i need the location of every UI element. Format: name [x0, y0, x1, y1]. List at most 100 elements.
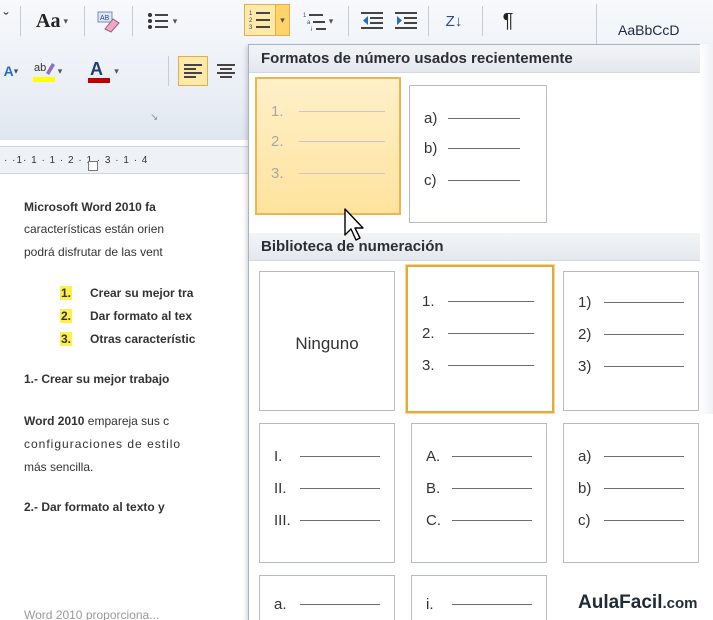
- chevron-down-icon[interactable]: ▾: [173, 16, 178, 27]
- bullets-button[interactable]: ▾: [140, 6, 184, 36]
- list-preview-row: I.: [274, 448, 380, 465]
- svg-text:A: A: [90, 59, 103, 79]
- chevron-down-icon: ▾: [280, 14, 285, 25]
- list-preview-row: a): [424, 110, 520, 127]
- numbering-option-numeric-period[interactable]: 1. 2. 3.: [406, 265, 554, 413]
- svg-text:i: i: [311, 27, 312, 31]
- dialog-launcher-icon[interactable]: ↘: [150, 112, 158, 123]
- svg-text:a: a: [307, 20, 311, 26]
- text-effects-icon: A: [3, 63, 14, 79]
- paragraph-lead: Word 2010: [24, 414, 85, 428]
- watermark-main: AulaFacil: [578, 592, 663, 613]
- list-preview-row: a.: [274, 596, 380, 613]
- chevron-down-icon[interactable]: ▾: [329, 16, 334, 27]
- font-color-icon: A: [88, 59, 111, 83]
- list-item: Otras característic: [90, 332, 196, 346]
- change-case-button[interactable]: Aa ▾: [28, 8, 76, 34]
- text-effects-partial-button[interactable]: A ▾: [0, 58, 22, 84]
- paragraph-line: configuraciones de estilo: [24, 437, 182, 451]
- align-center-icon: [217, 64, 235, 78]
- sort-icon: Z↓: [445, 12, 463, 30]
- numbered-list-icon: 1 2 3: [249, 11, 270, 31]
- superscript-partial-icon[interactable]: ˇ: [0, 8, 12, 32]
- chevron-down-icon: ▾: [13, 65, 19, 76]
- numbering-option-roman-lower[interactable]: i.: [411, 575, 547, 620]
- separator: [132, 6, 133, 36]
- pilcrow-icon: ¶: [502, 9, 514, 32]
- sort-button[interactable]: Z↓: [436, 6, 472, 36]
- indent-marker[interactable]: [88, 161, 98, 171]
- numbering-option-none[interactable]: Ninguno: [259, 271, 395, 411]
- align-left-button[interactable]: [178, 56, 208, 86]
- svg-text:ab: ab: [34, 62, 46, 74]
- numbering-button[interactable]: 1 2 3: [244, 4, 276, 36]
- document-page[interactable]: Microsoft Word 2010 fa características e…: [0, 176, 250, 620]
- numbering-option-roman-upper[interactable]: I. II. III.: [259, 423, 395, 563]
- list-preview-row: 2): [578, 326, 684, 343]
- separator: [168, 56, 169, 86]
- list-preview-row: C.: [426, 512, 532, 529]
- show-hide-marks-button[interactable]: ¶: [490, 6, 526, 36]
- list-preview-row: 3.: [422, 357, 534, 374]
- list-preview-row: 3): [578, 358, 684, 375]
- svg-text:3: 3: [249, 25, 253, 31]
- bullet-list-icon: [147, 13, 168, 29]
- list-preview-row: III.: [274, 512, 380, 529]
- align-center-partial-button[interactable]: [212, 56, 240, 86]
- list-preview-row: 2.: [271, 133, 385, 150]
- separator: [348, 6, 349, 36]
- font-color-button[interactable]: A ▾: [80, 56, 126, 86]
- list-preview-row: b): [578, 480, 684, 497]
- list-preview-row: 3.: [271, 165, 385, 182]
- svg-text:1: 1: [303, 13, 307, 19]
- paragraph-line: más sencilla.: [24, 460, 94, 474]
- list-preview-row: i.: [426, 596, 532, 613]
- separator: [20, 6, 21, 36]
- svg-text:2: 2: [249, 18, 253, 24]
- section-heading: 2.- Dar formato al texto y: [24, 500, 165, 514]
- chevron-down-icon: ▾: [63, 15, 68, 26]
- paragraph-line: Word 2010 proporciona...: [24, 608, 160, 620]
- numbering-option-alpha-upper[interactable]: A. B. C.: [411, 423, 547, 563]
- horizontal-ruler[interactable]: · ·1· 1 · 1 · 2 · 1 · 3 · 1 · 4: [0, 146, 250, 174]
- numbering-dropdown-button[interactable]: ▾: [276, 4, 290, 36]
- decrease-indent-icon: [361, 12, 383, 29]
- numbering-gallery: Formatos de número usados recientemente …: [248, 44, 713, 620]
- ruler-scale: · ·1· 1 · 1 · 2 · 1 · 3 · 1 · 4: [4, 155, 149, 166]
- multilevel-list-icon: 1 a i: [303, 13, 326, 31]
- svg-text:1: 1: [249, 11, 253, 17]
- list-preview-row: b): [424, 140, 520, 157]
- multilevel-list-button[interactable]: 1 a i ▾: [296, 6, 340, 36]
- decrease-indent-button[interactable]: [356, 6, 388, 36]
- numbering-option-alpha-lower-period[interactable]: a.: [259, 575, 395, 620]
- numbering-library-header: Biblioteca de numeración: [249, 233, 713, 261]
- recent-formats-header: Formatos de número usados recientemente: [249, 45, 713, 73]
- separator: [428, 6, 429, 36]
- list-item: Dar formato al tex: [90, 309, 193, 323]
- none-label: Ninguno: [295, 334, 359, 353]
- paragraph-text: empareja sus c: [84, 414, 170, 428]
- paragraph-line: Microsoft Word 2010 fa: [24, 200, 156, 214]
- align-left-icon: [184, 64, 202, 78]
- list-item: Crear su mejor tra: [90, 286, 194, 300]
- clear-formatting-button[interactable]: AB: [92, 6, 126, 36]
- highlight-color-button[interactable]: ab ▾: [26, 56, 68, 86]
- numbering-option-recent-1[interactable]: 1. 2. 3.: [255, 77, 401, 215]
- list-preview-row: c): [578, 512, 684, 529]
- numbering-option-recent-2[interactable]: a) b) c): [409, 85, 547, 223]
- increase-indent-button[interactable]: [390, 6, 422, 36]
- chevron-down-icon: ▾: [57, 65, 63, 76]
- list-number: 1.: [60, 286, 73, 300]
- list-preview-row: A.: [426, 448, 532, 465]
- numbering-option-alpha-lower-paren[interactable]: a) b) c): [563, 423, 699, 563]
- svg-text:AB: AB: [100, 15, 110, 22]
- quick-style-preview[interactable]: AaBbCcD: [618, 22, 679, 38]
- eraser-icon: AB: [97, 11, 120, 33]
- mouse-pointer-icon: [344, 208, 364, 241]
- change-case-label: Aa: [36, 9, 61, 32]
- separator: [482, 6, 483, 36]
- list-preview-row: B.: [426, 480, 532, 497]
- section-heading: 1.- Crear su mejor trabajo: [24, 372, 170, 386]
- list-preview-row: II.: [274, 480, 380, 497]
- numbering-option-numeric-paren[interactable]: 1) 2) 3): [563, 271, 699, 411]
